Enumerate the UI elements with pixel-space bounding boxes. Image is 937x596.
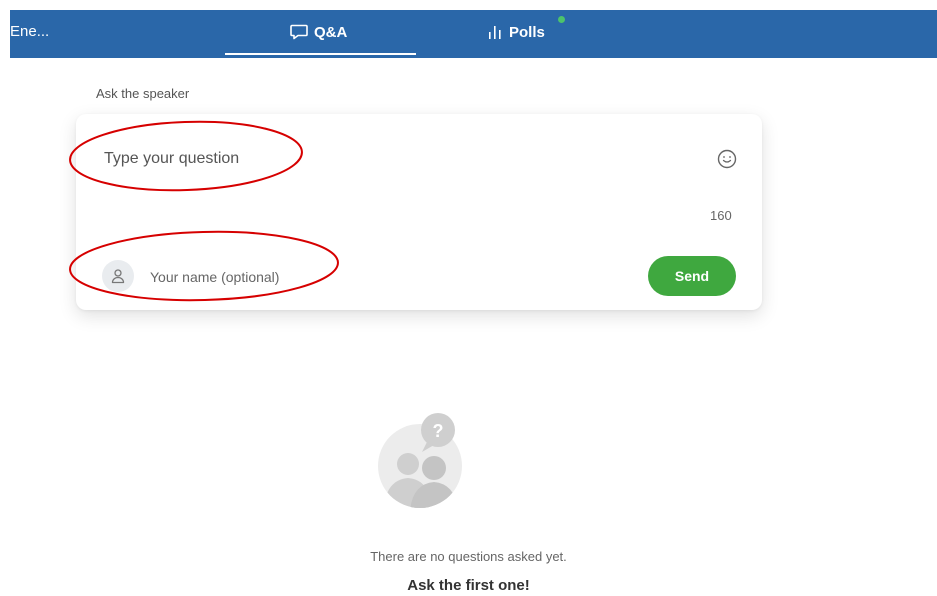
event-title[interactable]: Ene... [10,10,49,54]
empty-state-message: There are no questions asked yet. [370,549,567,564]
svg-text:?: ? [433,421,444,441]
character-counter: 160 [710,208,732,223]
active-tab-indicator [225,53,416,55]
polls-notification-dot [558,16,565,23]
send-button[interactable]: Send [648,256,736,296]
top-nav-bar: Ene... Q&A Polls [10,10,937,58]
empty-state-cta: Ask the first one! [407,577,530,594]
tab-qa[interactable]: Q&A [290,10,347,54]
user-icon [111,269,125,284]
name-input[interactable] [148,264,452,290]
tab-polls[interactable]: Polls [487,10,545,54]
people-question-icon: ? [378,413,462,508]
tab-polls-label: Polls [509,23,545,41]
question-input[interactable] [102,144,666,174]
tab-qa-label: Q&A [314,23,348,41]
speech-bubble-icon [290,24,308,40]
bar-chart-icon [489,26,501,39]
emoji-icon[interactable] [716,148,738,170]
avatar [102,260,134,292]
ask-speaker-label: Ask the speaker [96,86,190,101]
question-form-card: 160 Send [76,114,762,310]
